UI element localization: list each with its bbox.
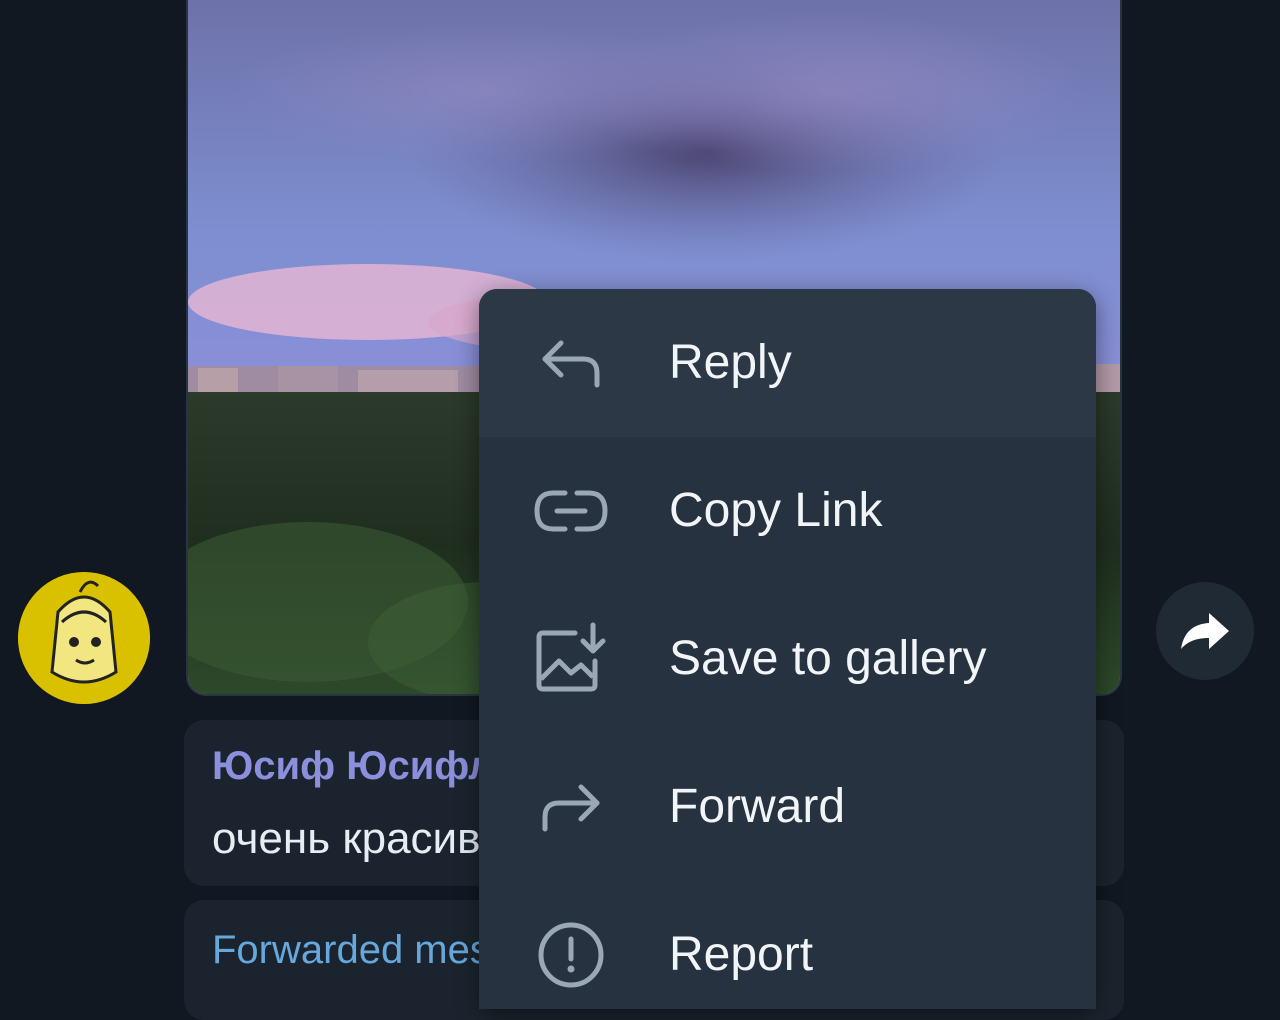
message-text: очень красиво bbox=[212, 814, 505, 863]
context-menu: Reply Copy Link Save to gallery Forward bbox=[479, 289, 1096, 1009]
link-icon bbox=[534, 490, 608, 532]
save-to-gallery-icon bbox=[536, 622, 606, 692]
report-exclamation-icon bbox=[538, 922, 604, 988]
share-button[interactable] bbox=[1156, 582, 1254, 680]
menu-item-label: Save to gallery bbox=[669, 632, 987, 685]
menu-item-forward[interactable]: Forward bbox=[479, 733, 1096, 881]
reply-arrow-icon bbox=[542, 340, 600, 388]
menu-item-label: Forward bbox=[669, 780, 846, 833]
menu-item-label: Copy Link bbox=[669, 484, 883, 537]
menu-item-label: Reply bbox=[669, 336, 792, 389]
forward-arrow-icon bbox=[542, 784, 600, 832]
menu-item-save-to-gallery[interactable]: Save to gallery bbox=[479, 585, 1096, 733]
menu-item-copy-link[interactable]: Copy Link bbox=[479, 437, 1096, 585]
avatar[interactable] bbox=[18, 572, 150, 704]
sender-name[interactable]: Юсиф Юсифли bbox=[212, 744, 518, 789]
anime-avatar-icon bbox=[18, 572, 150, 704]
menu-item-report[interactable]: Report bbox=[479, 881, 1096, 1009]
menu-item-reply[interactable]: Reply bbox=[479, 289, 1096, 437]
menu-item-label: Report bbox=[669, 928, 814, 981]
share-arrow-icon bbox=[1181, 613, 1229, 649]
